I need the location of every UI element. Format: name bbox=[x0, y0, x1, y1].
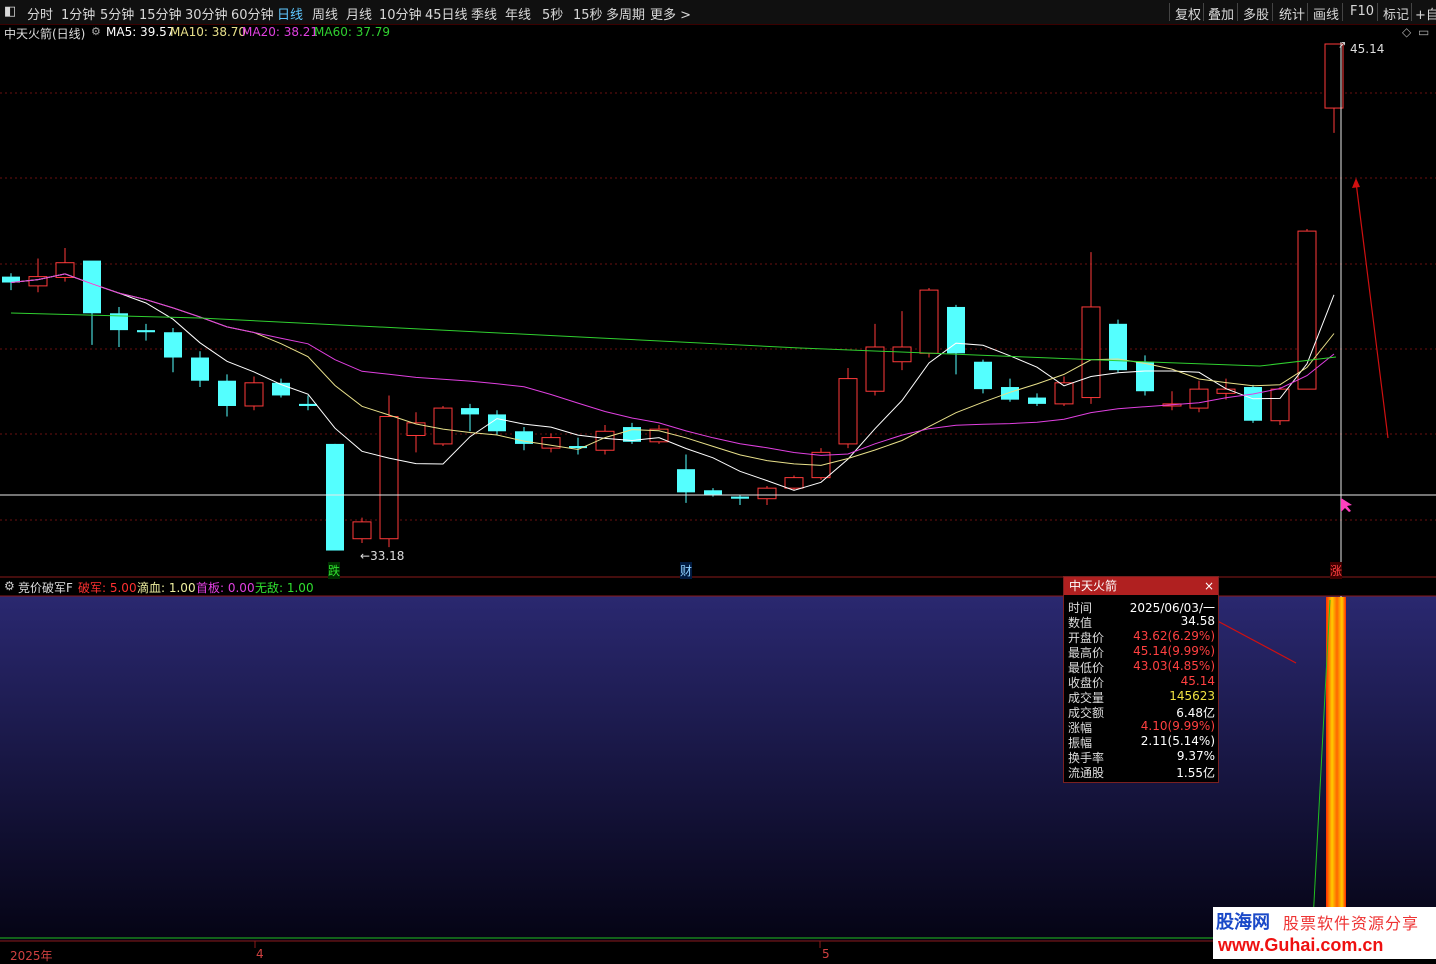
candle-body bbox=[784, 477, 804, 489]
popup-row: 流通股 1.55亿 bbox=[1064, 764, 1218, 780]
candle-body bbox=[191, 357, 209, 381]
watermark-url-bar: www.Guhai.com.cn bbox=[1213, 935, 1436, 959]
popup-row-value: 4.10(9.99%) bbox=[1140, 719, 1215, 733]
candle-body bbox=[1189, 388, 1209, 409]
watermark-url: www.Guhai.com.cn bbox=[1218, 935, 1384, 955]
candle-body bbox=[947, 306, 965, 354]
xaxis-month-4: 4 bbox=[256, 947, 264, 961]
candle-body bbox=[865, 346, 885, 392]
candle-body bbox=[83, 260, 101, 314]
popup-row: 时间 2025/06/03/一 bbox=[1064, 599, 1218, 615]
watermark-banner: 股海网 股票软件资源分享 bbox=[1213, 907, 1436, 935]
popup-row: 数值 34.58 bbox=[1064, 614, 1218, 630]
candle-body bbox=[137, 330, 155, 333]
popup-row: 成交额 6.48亿 bbox=[1064, 704, 1218, 720]
candle-body bbox=[244, 382, 264, 407]
marker-finance[interactable]: 财 bbox=[680, 562, 693, 579]
low-price-label: ←33.18 bbox=[360, 549, 405, 563]
popup-row: 成交量 145623 bbox=[1064, 689, 1218, 705]
signal-bar bbox=[1326, 597, 1346, 940]
popup-row-value: 43.03(4.85%) bbox=[1133, 659, 1215, 673]
candle-body bbox=[326, 443, 344, 551]
popup-row: 开盘价 43.62(6.29%) bbox=[1064, 629, 1218, 645]
candle-body bbox=[1270, 388, 1290, 422]
xaxis-year-label: 2025年 bbox=[10, 949, 53, 963]
popup-row: 收盘价 45.14 bbox=[1064, 674, 1218, 690]
popup-row: 涨幅 4.10(9.99%) bbox=[1064, 719, 1218, 735]
kline-chart[interactable] bbox=[0, 0, 1436, 961]
popup-row-value: 45.14(9.99%) bbox=[1133, 644, 1215, 658]
candle-body bbox=[677, 469, 695, 493]
param-pojun: 破军: 5.00 bbox=[78, 581, 137, 595]
candle-body bbox=[838, 378, 858, 445]
sub-indicator-panel bbox=[0, 596, 1436, 941]
popup-row-value: 2.11(5.14%) bbox=[1140, 734, 1215, 748]
candle-body bbox=[731, 496, 749, 499]
candle-body bbox=[164, 332, 182, 358]
popup-row-value: 43.62(6.29%) bbox=[1133, 629, 1215, 643]
candle-body bbox=[1001, 387, 1019, 400]
xaxis-month-5: 5 bbox=[822, 947, 830, 961]
candle-body bbox=[461, 408, 479, 415]
popup-header: 中天火箭 × bbox=[1064, 577, 1218, 595]
candle-body bbox=[1136, 361, 1154, 392]
watermark-slogan: 股票软件资源分享 bbox=[1283, 914, 1420, 933]
candle-body bbox=[1028, 397, 1046, 404]
popup-row-value: 45.14 bbox=[1180, 674, 1215, 688]
candle-body bbox=[1081, 306, 1101, 399]
candle-body bbox=[919, 289, 939, 354]
sub-indicator-title: 竞价破军F bbox=[18, 581, 73, 595]
candle-body bbox=[352, 521, 372, 540]
popup-row: 最低价 43.03(4.85%) bbox=[1064, 659, 1218, 675]
candle-body bbox=[433, 407, 453, 445]
popup-row-value: 145623 bbox=[1169, 689, 1215, 703]
candle-body bbox=[1297, 230, 1317, 390]
popup-row-key: 流通股 bbox=[1068, 766, 1105, 780]
popup-row: 振幅 2.11(5.14%) bbox=[1064, 734, 1218, 750]
candle-body bbox=[1324, 43, 1344, 109]
high-marker-icon: ↗ bbox=[1338, 40, 1347, 51]
candle-body bbox=[299, 403, 317, 406]
close-icon[interactable]: × bbox=[1204, 577, 1214, 595]
popup-row-value: 1.55亿 bbox=[1176, 766, 1215, 780]
popup-row: 最高价 45.14(9.99%) bbox=[1064, 644, 1218, 660]
popup-row: 换手率 9.37% bbox=[1064, 749, 1218, 765]
param-shouban: 首板: 0.00 bbox=[196, 581, 255, 595]
candle-body bbox=[1109, 323, 1127, 371]
high-price-label: 45.14 bbox=[1350, 42, 1385, 56]
watermark-brand: 股海网 bbox=[1216, 912, 1270, 933]
marker-fall[interactable]: 跌 bbox=[328, 562, 341, 579]
popup-row-value: 9.37% bbox=[1176, 749, 1215, 763]
candle-body bbox=[218, 380, 236, 406]
popup-title: 中天火箭 bbox=[1069, 579, 1118, 593]
popup-row-value: 34.58 bbox=[1180, 614, 1215, 628]
info-popup: 中天火箭 × 时间 2025/06/03/一 数值 34.58 开盘价 43.62(6.2… bbox=[1063, 576, 1219, 783]
candle-body bbox=[1244, 387, 1262, 421]
param-wudi: 无敌: 1.00 bbox=[255, 581, 314, 595]
candle-body bbox=[704, 490, 722, 495]
candle-body bbox=[379, 416, 399, 540]
sub-settings-gear-icon[interactable]: ⚙ bbox=[4, 579, 15, 593]
candle-body bbox=[757, 487, 777, 500]
candle-body bbox=[974, 361, 992, 390]
param-dixue: 滴血: 1.00 bbox=[137, 581, 196, 595]
marker-rise[interactable]: 涨 bbox=[1330, 562, 1343, 579]
candle-body bbox=[892, 346, 912, 363]
